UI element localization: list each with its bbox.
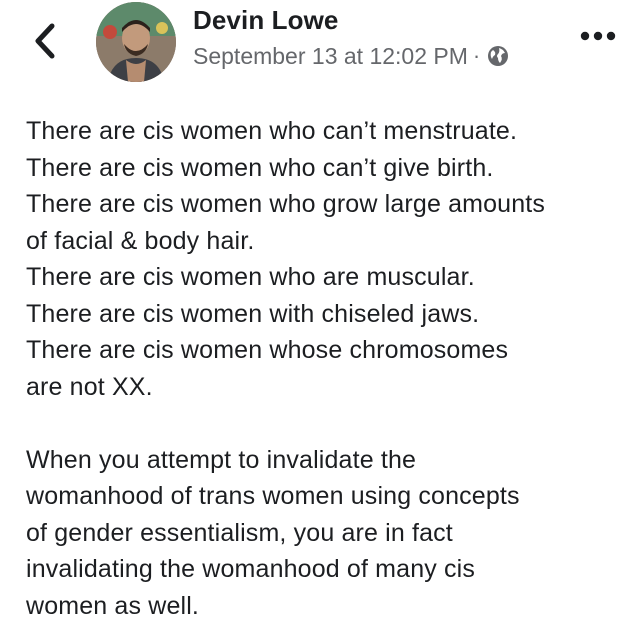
post-timestamp[interactable]: September 13 at 12:02 PM xyxy=(193,43,468,70)
post-text-line: of gender essentialism, you are in fact xyxy=(26,515,632,552)
post-text-line: There are cis women who can’t give birth… xyxy=(26,150,632,187)
post-text-line: There are cis women whose chromosomes xyxy=(26,332,632,369)
back-button[interactable] xyxy=(28,20,64,62)
post-text: There are cis women who can’t menstruate… xyxy=(26,113,632,624)
post-text-line: When you attempt to invalidate the xyxy=(26,442,632,479)
post-text-line: There are cis women with chiseled jaws. xyxy=(26,296,632,333)
meta-separator: · xyxy=(473,43,480,69)
post-text-line: There are cis women who are muscular. xyxy=(26,259,632,296)
post-text-line: of facial & body hair. xyxy=(26,223,632,260)
globe-icon[interactable] xyxy=(486,44,510,68)
post-header: Devin Lowe September 13 at 12:02 PM · xyxy=(0,0,640,100)
post-text-line: There are cis women who grow large amoun… xyxy=(26,186,632,223)
post-text-line: invalidating the womanhood of many cis xyxy=(26,551,632,588)
post-text-line: are not XX. xyxy=(26,369,632,406)
post-text-line: womanhood of trans women using concepts xyxy=(26,478,632,515)
more-horizontal-icon xyxy=(578,26,618,46)
chevron-left-icon xyxy=(28,20,64,62)
post-text-line: There are cis women who can’t menstruate… xyxy=(26,113,632,150)
paragraph-gap xyxy=(26,405,632,442)
post-text-line: women as well. xyxy=(26,588,632,624)
author-name[interactable]: Devin Lowe xyxy=(193,5,338,36)
post-meta: September 13 at 12:02 PM · xyxy=(193,40,510,72)
avatar[interactable] xyxy=(96,2,176,82)
more-options-button[interactable] xyxy=(578,26,618,46)
